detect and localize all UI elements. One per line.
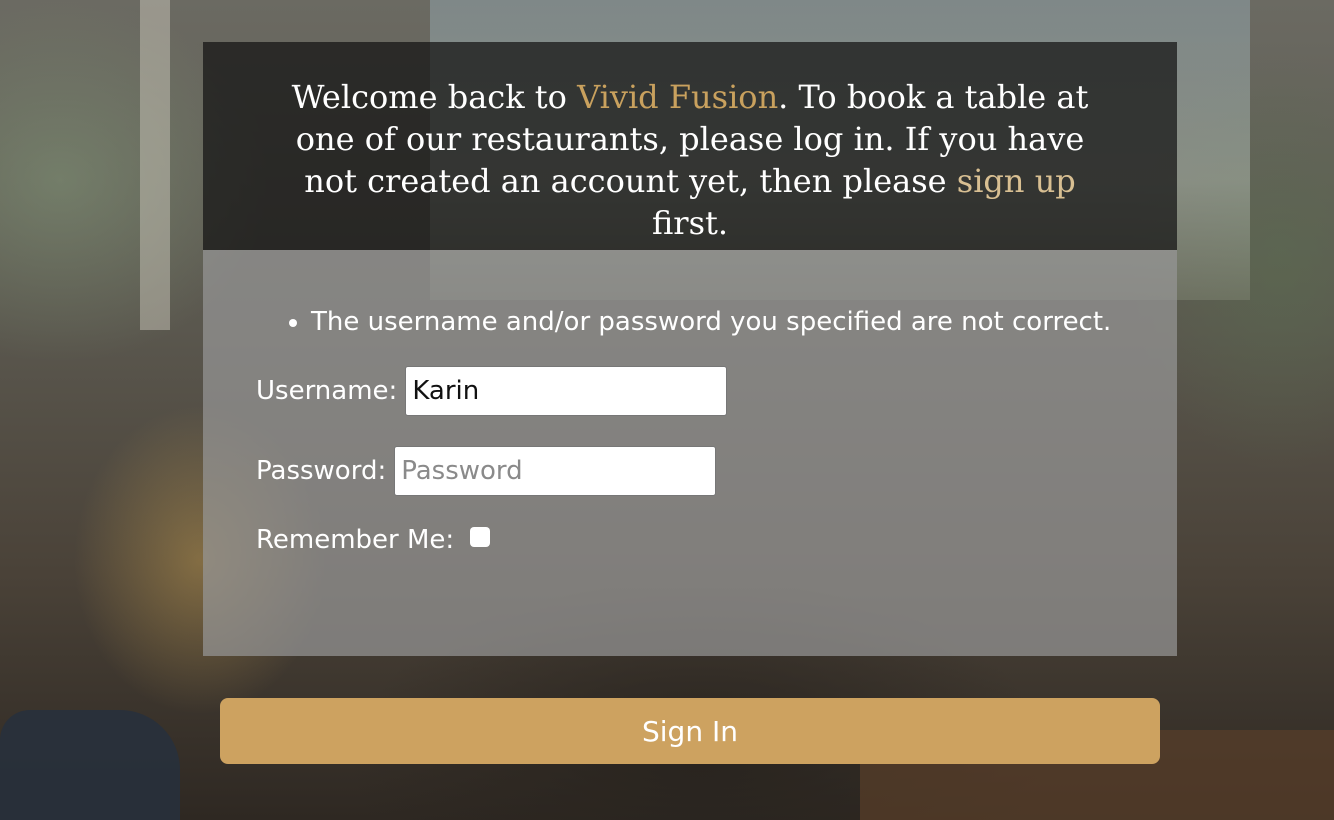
password-label: Password:: [256, 456, 387, 486]
welcome-text-3: first.: [651, 204, 729, 242]
password-row: Password:: [256, 446, 1124, 496]
error-list: The username and/or password you specifi…: [256, 306, 1124, 338]
background-sofa: [0, 710, 180, 820]
login-form: The username and/or password you specifi…: [203, 250, 1177, 656]
remember-label: Remember Me:: [256, 525, 455, 555]
signup-link[interactable]: sign up: [957, 162, 1076, 200]
brand-name: Vivid Fusion: [577, 78, 779, 116]
welcome-text-1: Welcome back to: [291, 78, 578, 116]
remember-checkbox[interactable]: [470, 527, 491, 547]
username-label: Username:: [256, 376, 398, 406]
password-input[interactable]: [394, 446, 717, 496]
background-pillar: [140, 0, 170, 330]
login-card: Welcome back to Vivid Fusion. To book a …: [203, 42, 1177, 656]
error-message: The username and/or password you specifi…: [311, 306, 1124, 338]
username-row: Username:: [256, 366, 1124, 416]
welcome-header: Welcome back to Vivid Fusion. To book a …: [203, 42, 1177, 250]
username-input[interactable]: [405, 366, 728, 416]
sign-in-button[interactable]: Sign In: [220, 698, 1160, 764]
remember-row: Remember Me:: [256, 520, 1124, 560]
